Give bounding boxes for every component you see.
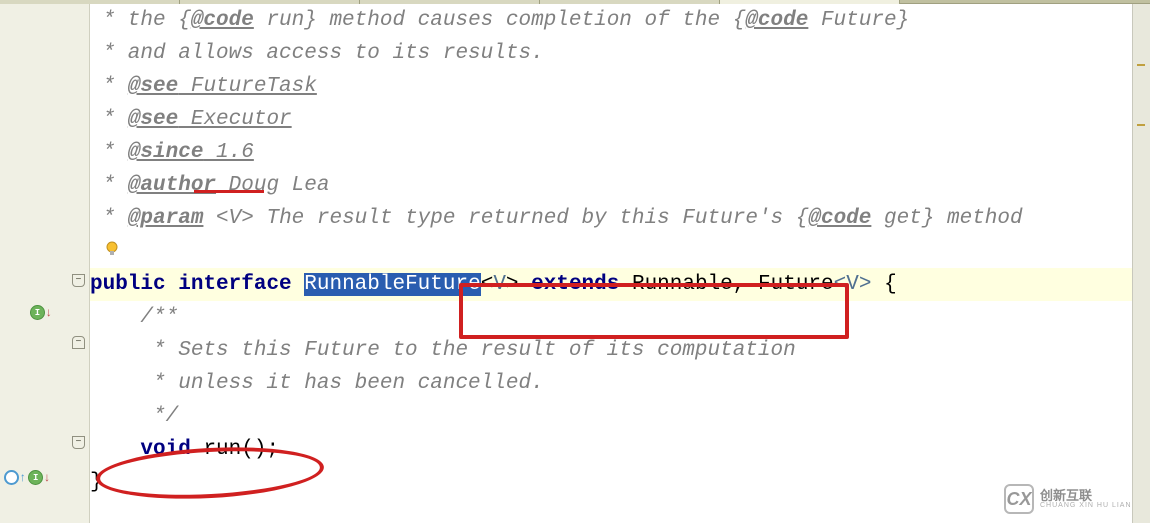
code-line[interactable]: * @author Doug Lea [90,169,1132,202]
gutter[interactable]: − I ↓ − − ↑ I ↓ [0,4,90,523]
code-line[interactable]: * @since 1.6 [90,136,1132,169]
code-line[interactable]: * unless it has been cancelled. [90,367,1132,400]
watermark: CX 创新互联 CHUANG XIN HU LIAN [1004,479,1132,519]
code-area[interactable]: * the {@code run} method causes completi… [90,4,1132,523]
arrow-up-icon: ↑ [19,471,26,485]
intention-bulb-icon[interactable] [103,240,121,258]
marker-strip[interactable] [1132,4,1150,523]
code-line[interactable]: } [90,466,1132,499]
code-line[interactable]: * @see FutureTask [90,70,1132,103]
code-line[interactable]: */ [90,235,1132,268]
code-line[interactable]: * and allows access to its results. [90,37,1132,70]
watermark-subtext: CHUANG XIN HU LIAN [1040,502,1132,509]
interface-icon: I [30,305,45,320]
selected-text: RunnableFuture [304,273,480,296]
warning-marker[interactable] [1137,64,1145,66]
override-icon [4,470,19,485]
code-line[interactable]: */ [90,400,1132,433]
code-line[interactable]: /** [90,301,1132,334]
code-line[interactable]: * the {@code run} method causes completi… [90,4,1132,37]
watermark-text: 创新互联 [1040,489,1132,502]
fold-toggle-icon[interactable]: − [72,336,85,349]
arrow-down-icon: ↓ [43,471,50,485]
code-line[interactable]: * Sets this Future to the result of its … [90,334,1132,367]
code-line-declaration[interactable]: public interface RunnableFuture<V> exten… [90,268,1132,301]
code-line[interactable]: * @param <V> The result type returned by… [90,202,1132,235]
code-line-method[interactable]: void run(); [90,433,1132,466]
interface-icon: I [28,470,43,485]
code-line[interactable]: * @see Executor [90,103,1132,136]
gutter-override-icon[interactable]: ↑ I ↓ [4,461,50,494]
fold-toggle-icon[interactable]: − [72,274,85,287]
arrow-down-icon: ↓ [45,306,52,320]
warning-marker[interactable] [1137,124,1145,126]
watermark-logo-icon: CX [1004,484,1034,514]
fold-toggle-icon[interactable]: − [72,436,85,449]
gutter-implements-icon[interactable]: I ↓ [30,296,52,329]
editor-main: − I ↓ − − ↑ I ↓ * the {@code run} method… [0,4,1132,523]
